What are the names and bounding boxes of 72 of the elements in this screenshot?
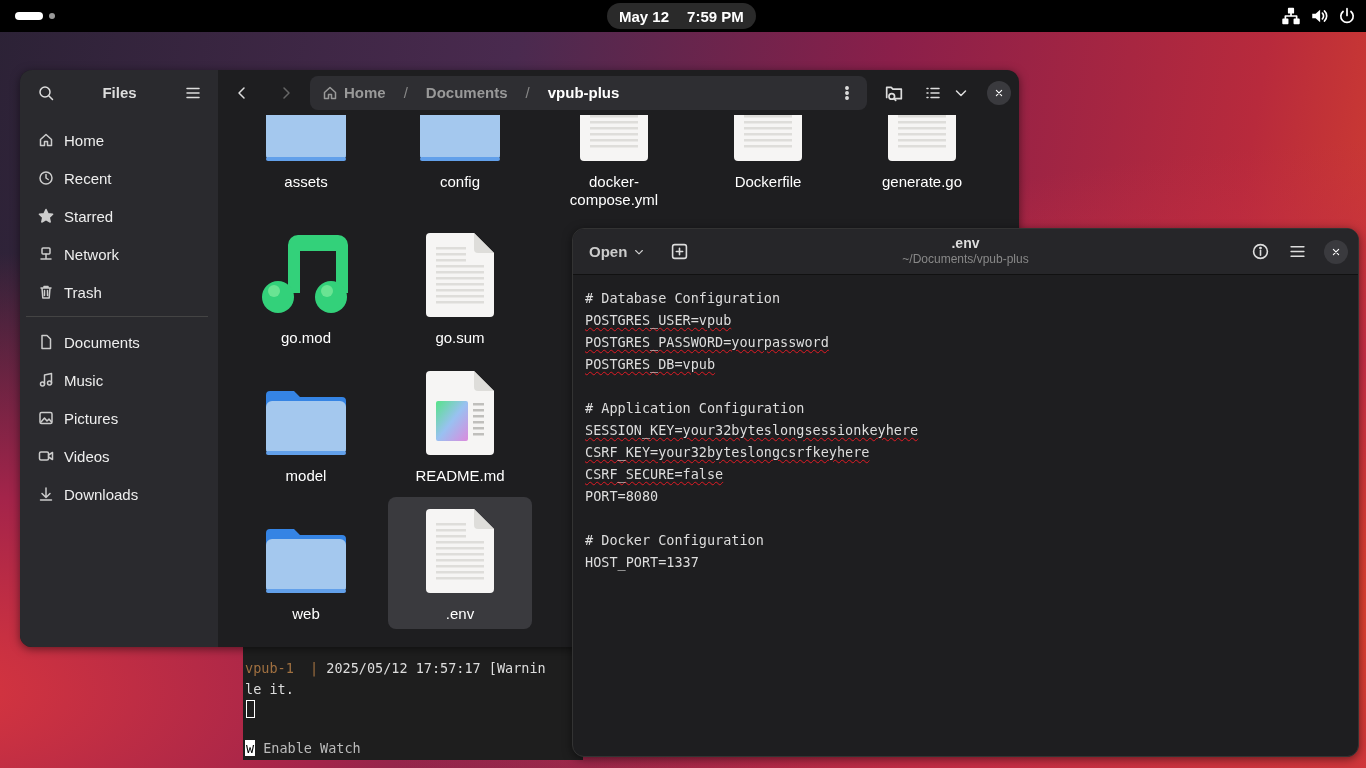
document-title: .env <box>951 235 980 251</box>
key-hint-label: Enable Watch <box>263 740 361 756</box>
path-crumb[interactable]: Home <box>322 84 386 101</box>
key-hint: w <box>245 740 256 756</box>
window-title: Files <box>102 84 137 101</box>
home-icon <box>38 132 54 148</box>
sidebar-item[interactable]: Home <box>26 121 212 159</box>
workspace-indicator[interactable] <box>49 13 55 19</box>
close-button[interactable] <box>987 80 1011 105</box>
sidebar-item[interactable]: Pictures <box>26 399 212 437</box>
sidebar-item[interactable]: Videos <box>26 437 212 475</box>
network-icon <box>38 246 54 262</box>
file-item[interactable]: generate.go <box>850 115 994 215</box>
sidebar-item[interactable]: Trash <box>26 273 212 311</box>
network-icon <box>1282 7 1300 25</box>
image-document-icon <box>426 371 494 455</box>
open-button[interactable]: Open <box>581 237 654 266</box>
video-icon <box>38 448 54 464</box>
close-button[interactable] <box>1324 239 1348 264</box>
terminal-line: le it. <box>245 680 295 699</box>
path-separator: / <box>525 84 530 101</box>
file-item[interactable]: README.md <box>388 359 532 491</box>
file-item[interactable]: .env <box>388 497 532 629</box>
clock-button[interactable]: May 12 7:59 PM <box>607 3 756 29</box>
code-line: PORT=8080 <box>585 487 659 506</box>
file-item[interactable]: model <box>234 359 378 491</box>
code-line: CSRF_KEY=your32byteslongcsrfkeyhere <box>585 443 870 463</box>
code-line: # Database Configuration <box>585 289 781 308</box>
add-icon <box>671 243 689 260</box>
path-crumb[interactable]: vpub-plus <box>547 84 620 101</box>
code-line: POSTGRES_PASSWORD=yourpassword <box>585 333 829 353</box>
terminal-cursor <box>246 700 255 718</box>
workspace-indicator[interactable] <box>15 12 43 20</box>
code-line: CSRF_SECURE=false <box>585 465 724 485</box>
star-icon <box>38 208 54 224</box>
trash-icon <box>38 284 54 300</box>
text-file-icon <box>426 509 494 593</box>
file-item[interactable]: web <box>234 497 378 629</box>
sidebar-item[interactable]: Downloads <box>26 475 212 513</box>
file-item[interactable]: docker-compose.yml <box>542 115 686 215</box>
volume-icon <box>1310 7 1328 25</box>
sidebar-item[interactable]: Recent <box>26 159 212 197</box>
code-line: SESSION_KEY=your32byteslongsessionkeyhere <box>585 421 919 441</box>
code-line: HOST_PORT=1337 <box>585 553 699 573</box>
path-crumb[interactable]: Documents <box>425 84 508 101</box>
search-icon <box>38 84 54 101</box>
text-file-icon <box>426 233 494 317</box>
sidebar-item[interactable]: Music <box>26 361 212 399</box>
music-icon <box>38 372 54 388</box>
code-line: POSTGRES_USER=vpub <box>585 311 732 331</box>
home-icon <box>322 84 338 101</box>
code-line: # Application Configuration <box>585 399 805 418</box>
download-icon <box>38 486 54 502</box>
document-path: ~/Documents/vpub-plus <box>902 252 1029 266</box>
sidebar-item[interactable]: Documents <box>26 323 212 361</box>
file-item[interactable]: assets <box>234 115 378 215</box>
file-item[interactable]: config <box>388 115 532 215</box>
sidebar-item[interactable]: Network <box>26 235 212 273</box>
power-icon <box>1338 7 1356 25</box>
code-line: # Docker Configuration <box>585 531 764 550</box>
file-item[interactable]: go.mod <box>234 221 378 353</box>
path-separator: / <box>403 84 408 101</box>
code-line: POSTGRES_DB=vpub <box>585 355 716 375</box>
picture-icon <box>38 410 54 426</box>
file-item[interactable]: go.sum <box>388 221 532 353</box>
terminal-line: vpub-1 | 2025/05/12 17:57:17 [Warnin <box>245 659 547 679</box>
menu-icon <box>1289 243 1306 260</box>
file-item[interactable]: Dockerfile <box>696 115 840 215</box>
clock-icon <box>38 170 54 186</box>
document-icon <box>38 334 54 350</box>
info-icon <box>1252 243 1269 260</box>
sidebar-item[interactable]: Starred <box>26 197 212 235</box>
